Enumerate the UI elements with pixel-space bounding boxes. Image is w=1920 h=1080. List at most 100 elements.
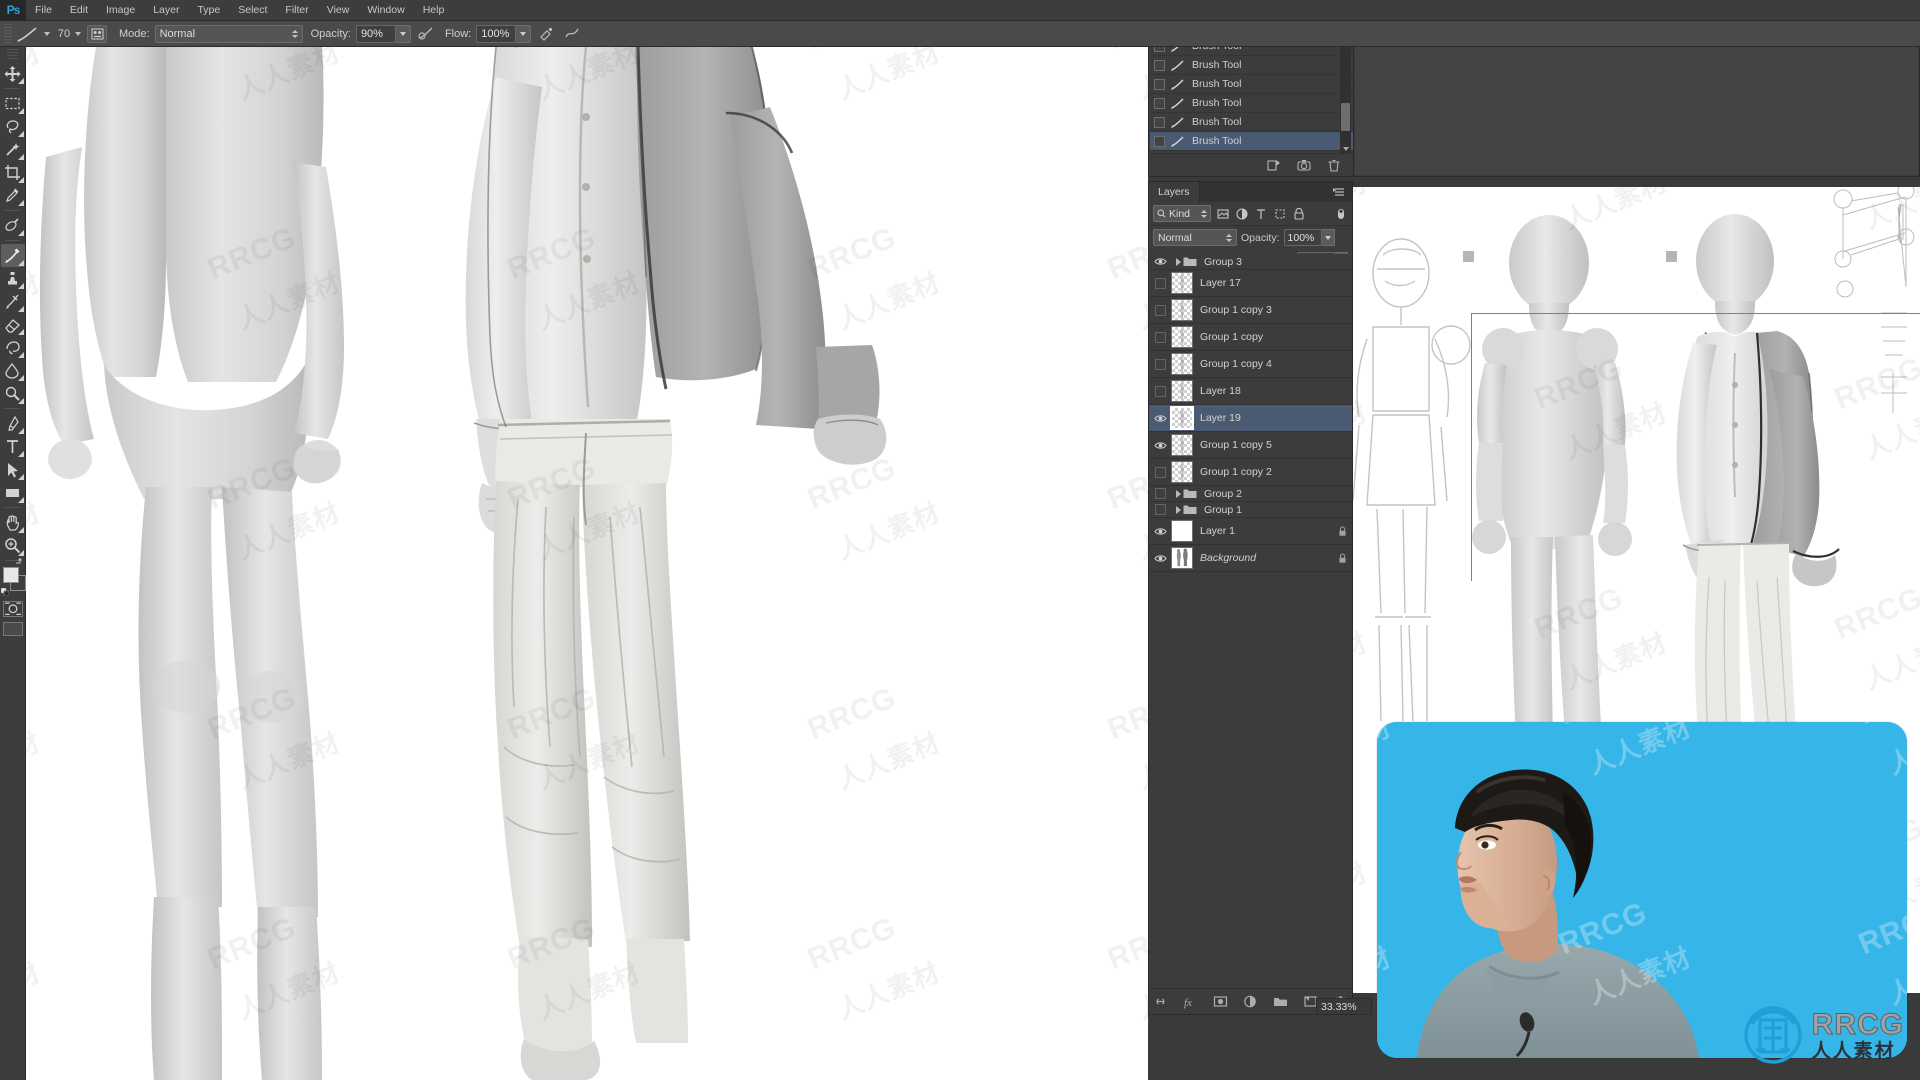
layer-visibility-toggle[interactable] [1149, 378, 1171, 404]
gradient-tool[interactable] [1, 336, 25, 359]
history-snapshot-checkbox[interactable] [1154, 97, 1165, 109]
brush-size-caret-icon[interactable] [75, 31, 81, 36]
layer-name[interactable]: Group 1 copy 5 [1200, 439, 1332, 451]
layer-thumbnail[interactable] [1171, 299, 1193, 321]
history-scroll-thumb[interactable] [1341, 103, 1350, 131]
history-snapshot-checkbox[interactable] [1154, 78, 1165, 90]
layer-row[interactable]: Background [1149, 545, 1352, 572]
layer-name[interactable]: Group 3 [1204, 256, 1332, 268]
swap-colors-icon[interactable] [15, 557, 24, 566]
layer-row[interactable]: Group 2 [1149, 486, 1352, 502]
pixel-layer-filter-icon[interactable] [1216, 207, 1230, 221]
layer-row[interactable]: Layer 17 [1149, 270, 1352, 297]
menu-item-help[interactable]: Help [414, 0, 454, 21]
brush-preset-icon[interactable] [15, 24, 41, 44]
blur-tool[interactable] [1, 359, 25, 382]
tab-layers[interactable]: Layers [1149, 182, 1200, 202]
layer-row[interactable]: Group 1 copy 2 [1149, 459, 1352, 486]
menu-item-window[interactable]: Window [358, 0, 413, 21]
document-canvas[interactable]: RRCG人人素材RRCG人人素材RRCG人人素材RRCG人人素材RRCG人人素材… [26, 47, 1148, 1080]
layer-name[interactable]: Group 1 copy 4 [1200, 358, 1332, 370]
zoom-tool[interactable] [1, 534, 25, 557]
layer-thumbnail[interactable] [1171, 380, 1193, 402]
toolbar-grip[interactable] [7, 49, 18, 59]
layer-visibility-toggle[interactable] [1149, 297, 1171, 323]
opacity-pressure-icon[interactable] [415, 24, 437, 44]
layer-visibility-toggle[interactable] [1149, 270, 1171, 296]
history-state-row[interactable]: Brush Tool [1150, 132, 1353, 151]
layer-thumbnail[interactable] [1171, 272, 1193, 294]
layer-name[interactable]: Group 1 [1204, 504, 1332, 516]
menu-item-filter[interactable]: Filter [276, 0, 317, 21]
layer-style-fx-icon[interactable]: fx [1183, 994, 1198, 1009]
brush-size-value[interactable]: 70 [54, 28, 74, 40]
layer-list[interactable]: Group 3 Layer 17 Group 1 copy 3 Group 1 cop… [1149, 254, 1352, 986]
layer-row[interactable]: Group 1 copy 3 [1149, 297, 1352, 324]
layer-row[interactable]: Layer 1 [1149, 518, 1352, 545]
layer-thumbnail[interactable] [1171, 434, 1193, 456]
eyedropper-tool[interactable] [1, 184, 25, 207]
blend-mode-select[interactable]: Normal [154, 24, 303, 43]
dodge-tool[interactable] [1, 382, 25, 405]
menu-item-image[interactable]: Image [97, 0, 144, 21]
layer-visibility-toggle[interactable] [1149, 254, 1171, 269]
lasso-tool[interactable] [1, 115, 25, 138]
layer-name[interactable]: Layer 18 [1200, 385, 1332, 397]
create-document-from-state-icon[interactable] [1267, 158, 1281, 172]
layer-row[interactable]: Group 1 [1149, 502, 1352, 518]
layer-thumbnail[interactable] [1171, 461, 1193, 483]
spot-healing-brush-tool[interactable] [1, 214, 25, 237]
layer-row[interactable]: Layer 19 [1149, 405, 1352, 432]
history-state-row[interactable]: Brush Tool [1150, 94, 1353, 113]
rectangle-tool[interactable] [1, 481, 25, 504]
layer-thumbnail[interactable] [1171, 326, 1193, 348]
hand-tool[interactable] [1, 511, 25, 534]
layer-opacity-slider-button[interactable] [1321, 229, 1335, 246]
new-group-icon[interactable] [1273, 994, 1288, 1009]
history-state-row[interactable]: Brush Tool [1150, 113, 1353, 132]
layer-visibility-toggle[interactable] [1149, 518, 1171, 544]
navigator-viewport-rect[interactable] [1471, 313, 1920, 581]
default-colors-icon[interactable] [1, 588, 9, 596]
group-expand-arrow-icon[interactable] [1173, 505, 1183, 514]
flow-slider-button[interactable] [516, 24, 532, 43]
zoom-level-status[interactable]: 33.33% [1316, 998, 1372, 1015]
options-bar-grip[interactable] [4, 23, 12, 44]
history-snapshot-checkbox[interactable] [1154, 59, 1165, 71]
brush-tool[interactable] [0, 244, 25, 267]
layer-visibility-toggle[interactable] [1149, 351, 1171, 377]
layer-visibility-toggle[interactable] [1149, 432, 1171, 458]
eraser-tool[interactable] [1, 313, 25, 336]
clone-stamp-tool[interactable] [1, 267, 25, 290]
layer-name[interactable]: Group 1 copy 2 [1200, 466, 1332, 478]
horizontal-type-tool[interactable] [1, 435, 25, 458]
layer-thumbnail[interactable] [1171, 547, 1193, 569]
flow-input[interactable]: 100% [476, 24, 517, 43]
add-layer-mask-icon[interactable] [1213, 994, 1228, 1009]
layer-visibility-toggle[interactable] [1149, 324, 1171, 350]
layer-blend-mode-select[interactable]: Normal [1153, 229, 1237, 246]
layer-name[interactable]: Group 1 copy [1200, 331, 1332, 343]
layer-row[interactable]: Group 1 copy 4 [1149, 351, 1352, 378]
layer-thumbnail[interactable] [1170, 406, 1194, 430]
history-snapshot-checkbox[interactable] [1154, 135, 1165, 147]
menu-item-type[interactable]: Type [188, 0, 229, 21]
brush-panel-icon[interactable] [87, 24, 107, 43]
layer-visibility-toggle[interactable] [1149, 405, 1171, 431]
menu-item-file[interactable]: File [26, 0, 61, 21]
new-adjustment-layer-icon[interactable] [1243, 994, 1258, 1009]
layer-visibility-toggle[interactable] [1149, 502, 1171, 517]
menu-item-edit[interactable]: Edit [61, 0, 97, 21]
move-tool[interactable] [1, 62, 25, 85]
layer-visibility-toggle[interactable] [1149, 545, 1171, 571]
layer-row[interactable]: Group 1 copy [1149, 324, 1352, 351]
history-brush-tool[interactable] [1, 290, 25, 313]
foreground-color-swatch[interactable] [3, 567, 19, 583]
smart-object-filter-icon[interactable] [1292, 207, 1306, 221]
panel-menu-icon[interactable] [1333, 186, 1347, 198]
layer-name[interactable]: Layer 17 [1200, 277, 1332, 289]
layer-name[interactable]: Layer 19 [1200, 412, 1332, 424]
layer-thumbnail[interactable] [1171, 520, 1193, 542]
delete-state-icon[interactable] [1327, 158, 1341, 172]
layer-opacity-input[interactable]: 100% [1283, 229, 1322, 246]
